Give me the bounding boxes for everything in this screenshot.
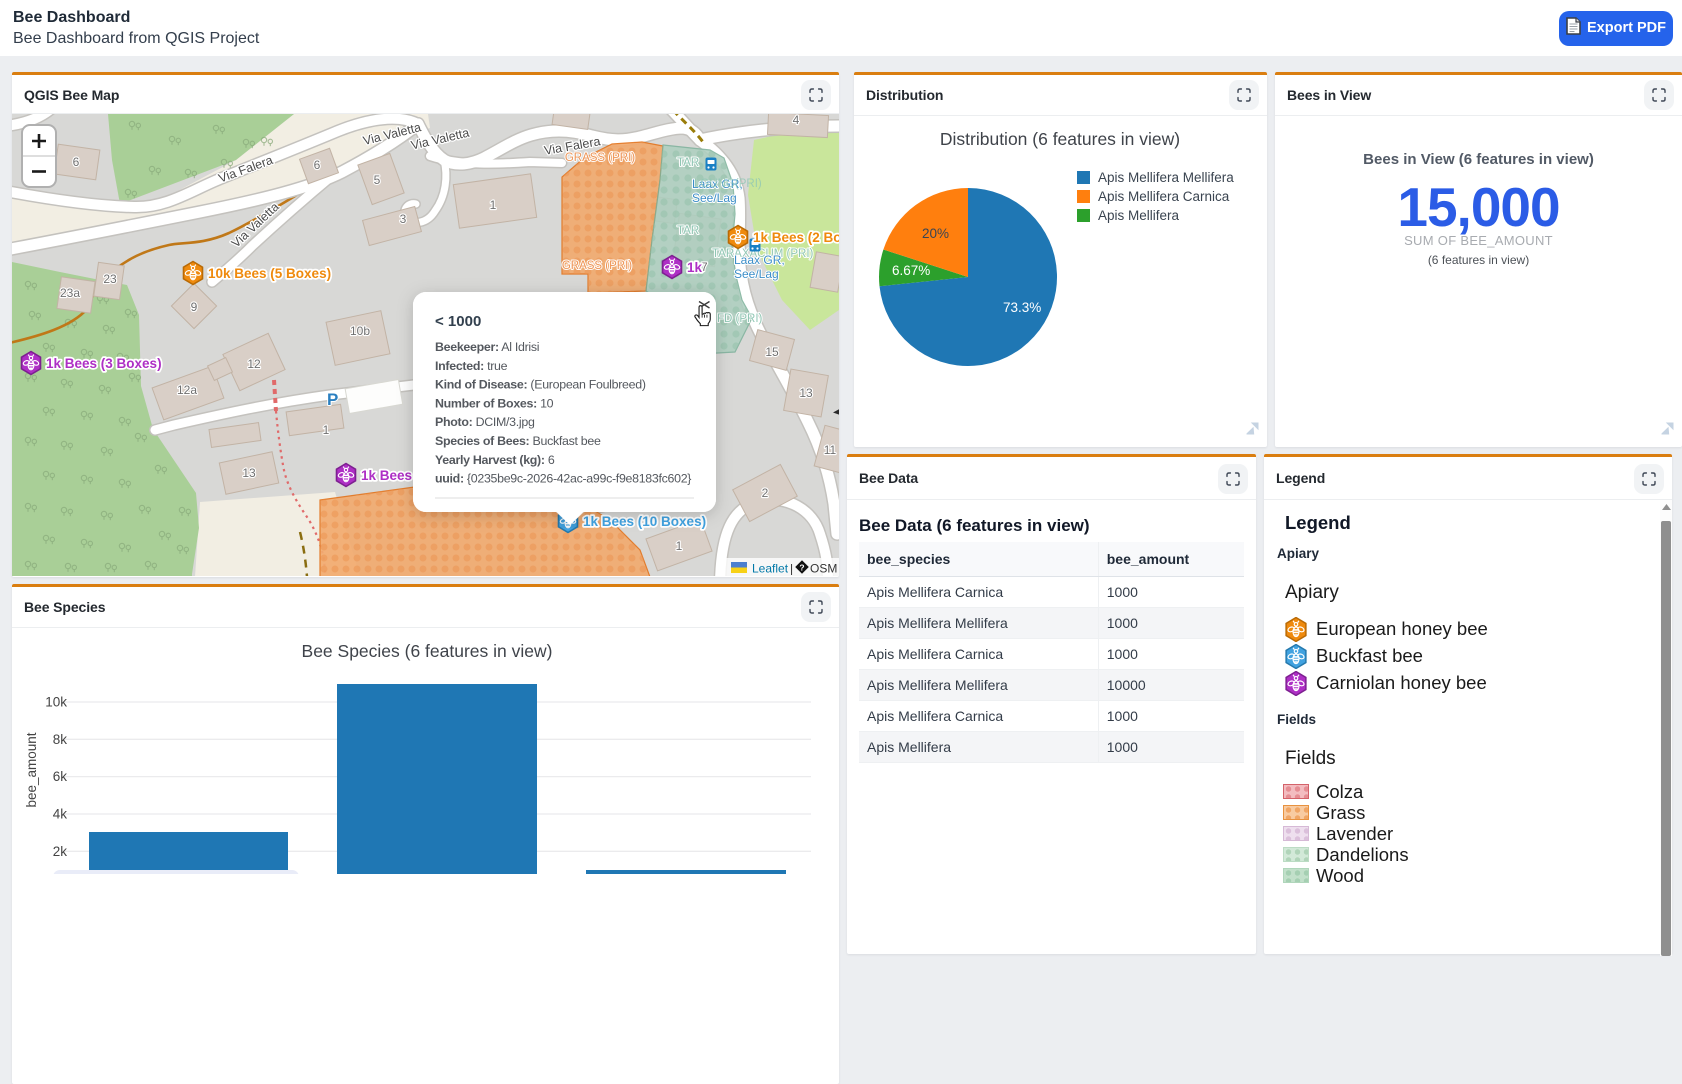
svg-text:Bee Species (6 features in vie: Bee Species (6 features in view) xyxy=(302,641,553,661)
svg-text:uuid: {0235be9c-2026-42ac-a99c: uuid: {0235be9c-2026-42ac-a99c-f9e8183fc… xyxy=(435,472,691,486)
svg-text:20%: 20% xyxy=(922,226,949,241)
svg-text:Beekeeper: Al Idrisi: Beekeeper: Al Idrisi xyxy=(435,340,539,354)
svg-text:6k: 6k xyxy=(53,769,68,784)
svg-text:1k: 1k xyxy=(687,260,703,275)
svg-text:13: 13 xyxy=(242,466,256,480)
svg-text:Apis Mellifera: Apis Mellifera xyxy=(1098,208,1180,223)
svg-text:Apis Mellifera Mellifera: Apis Mellifera Mellifera xyxy=(1098,170,1234,185)
svg-text:|: | xyxy=(790,562,793,576)
svg-text:10k Bees (5 Boxes): 10k Bees (5 Boxes) xyxy=(208,266,331,281)
svg-text:Kind of Disease: (European Fou: Kind of Disease: (European Foulbreed) xyxy=(435,378,646,392)
svg-text:10k: 10k xyxy=(45,695,67,710)
svg-text:See/Lag: See/Lag xyxy=(734,267,779,281)
svg-text:1k Bees (3 Boxes): 1k Bees (3 Boxes) xyxy=(46,356,162,371)
svg-text:1k Bees (2 Boxes): 1k Bees (2 Boxes) xyxy=(753,230,839,245)
svg-text:LGUNG(PRI): LGUNG(PRI) xyxy=(694,178,762,190)
svg-text:2k: 2k xyxy=(53,844,68,859)
svg-text:6: 6 xyxy=(73,155,80,169)
svg-text:< 1000: < 1000 xyxy=(435,313,481,330)
svg-text:1k Bees (10 Boxes): 1k Bees (10 Boxes) xyxy=(583,514,706,529)
svg-text:13: 13 xyxy=(799,386,813,400)
svg-text:23: 23 xyxy=(103,272,117,286)
svg-text:2: 2 xyxy=(762,486,769,500)
svg-text:Laax GR,: Laax GR, xyxy=(734,253,785,267)
svg-text:Distribution (6 features in vi: Distribution (6 features in view) xyxy=(940,129,1180,149)
svg-text:Yearly Harvest (kg): 6: Yearly Harvest (kg): 6 xyxy=(435,453,555,467)
svg-text:1: 1 xyxy=(323,423,330,437)
svg-text:5: 5 xyxy=(374,173,381,187)
svg-text:OSM: OSM xyxy=(810,562,837,576)
svg-text:3: 3 xyxy=(400,212,407,226)
svg-text:6: 6 xyxy=(314,158,321,172)
svg-text:GRASS (PRI): GRASS (PRI) xyxy=(565,152,635,164)
svg-text:4k: 4k xyxy=(53,807,68,822)
svg-text:6.67%: 6.67% xyxy=(892,263,930,278)
svg-text:TAR: TAR xyxy=(677,225,699,237)
svg-text:?: ? xyxy=(799,563,804,573)
svg-text:GRASS (PRI): GRASS (PRI) xyxy=(562,260,632,272)
svg-text:9: 9 xyxy=(191,300,198,314)
svg-text:Number of Boxes: 10: Number of Boxes: 10 xyxy=(435,396,554,410)
svg-text:12: 12 xyxy=(247,357,261,371)
svg-text:15: 15 xyxy=(765,345,779,359)
svg-text:23a: 23a xyxy=(60,286,80,300)
svg-text:11: 11 xyxy=(824,443,837,457)
svg-text:Apis Mellifera Carnica: Apis Mellifera Carnica xyxy=(1098,189,1230,204)
svg-text:8k: 8k xyxy=(53,732,68,747)
svg-text:12a: 12a xyxy=(177,383,197,397)
svg-text:Species of Bees: Buckfast bee: Species of Bees: Buckfast bee xyxy=(435,434,601,448)
svg-text:10b: 10b xyxy=(350,324,370,338)
svg-text:TAR: TAR xyxy=(677,157,699,169)
svg-text:FD (PRI): FD (PRI) xyxy=(717,313,763,325)
svg-text:Photo: DCIM/3.jpg: Photo: DCIM/3.jpg xyxy=(435,415,535,429)
svg-text:1: 1 xyxy=(490,198,497,212)
svg-text:Infected: true: Infected: true xyxy=(435,359,508,373)
svg-text:Leaflet: Leaflet xyxy=(752,562,789,576)
svg-text:See/Lag: See/Lag xyxy=(692,191,737,205)
svg-text:4: 4 xyxy=(793,114,800,127)
svg-text:73.3%: 73.3% xyxy=(1003,300,1041,315)
svg-text:P: P xyxy=(327,390,338,409)
svg-text:1: 1 xyxy=(676,539,683,553)
svg-text:bee_amount: bee_amount xyxy=(24,732,39,807)
